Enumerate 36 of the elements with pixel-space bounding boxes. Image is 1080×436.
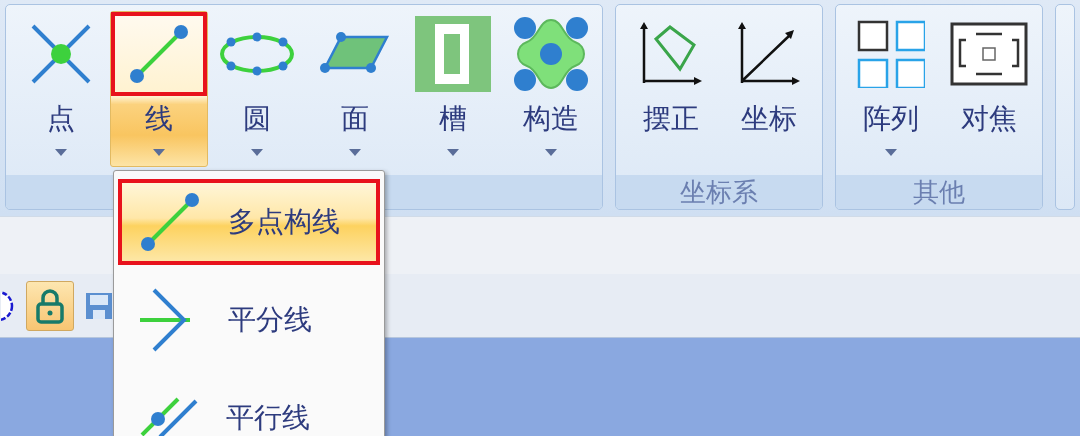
point-icon bbox=[29, 22, 93, 86]
ellipse-icon bbox=[217, 31, 297, 77]
caret-icon bbox=[251, 149, 263, 156]
ribbon-button[interactable]: 对焦 bbox=[940, 11, 1039, 167]
ribbon-button[interactable]: 构造 bbox=[502, 11, 600, 167]
ribbon-button[interactable]: 坐标 bbox=[719, 11, 818, 167]
caret-icon bbox=[545, 149, 557, 156]
save-icon bbox=[85, 290, 113, 321]
parallelogram-icon bbox=[319, 32, 391, 76]
ribbon-button[interactable]: 点 bbox=[12, 11, 110, 167]
line-icon bbox=[138, 190, 202, 254]
ribbon-button[interactable]: 线 bbox=[110, 11, 208, 167]
parallel-lines-icon bbox=[138, 395, 200, 436]
caret-icon bbox=[55, 149, 67, 156]
ribbon-button[interactable]: 摆正 bbox=[621, 11, 720, 167]
menu-item[interactable]: 平分线 bbox=[118, 277, 380, 363]
caret-icon bbox=[153, 149, 165, 156]
group-title: 其他 bbox=[913, 175, 966, 209]
caret-icon bbox=[447, 149, 459, 156]
slot-icon bbox=[415, 16, 491, 92]
axes-icon bbox=[735, 21, 802, 87]
caret-icon bbox=[885, 149, 898, 156]
menu-item[interactable]: 多点构线 bbox=[118, 179, 380, 265]
ribbon-button[interactable]: 面 bbox=[306, 11, 404, 167]
ribbon-button[interactable]: 槽 bbox=[404, 11, 502, 167]
lock-icon bbox=[35, 287, 65, 324]
ribbon-button[interactable]: 阵列 bbox=[842, 11, 941, 167]
grid-icon bbox=[857, 20, 926, 88]
line-icon bbox=[127, 22, 191, 86]
construct-icon bbox=[513, 16, 589, 92]
focus-frame-icon bbox=[950, 22, 1029, 86]
menu-item[interactable]: 平行线 bbox=[118, 375, 380, 436]
group-title: 坐标系 bbox=[679, 175, 758, 209]
caret-icon bbox=[349, 149, 361, 156]
toolbar-button[interactable] bbox=[26, 280, 74, 331]
ribbon-button[interactable]: 圆 bbox=[208, 11, 306, 167]
